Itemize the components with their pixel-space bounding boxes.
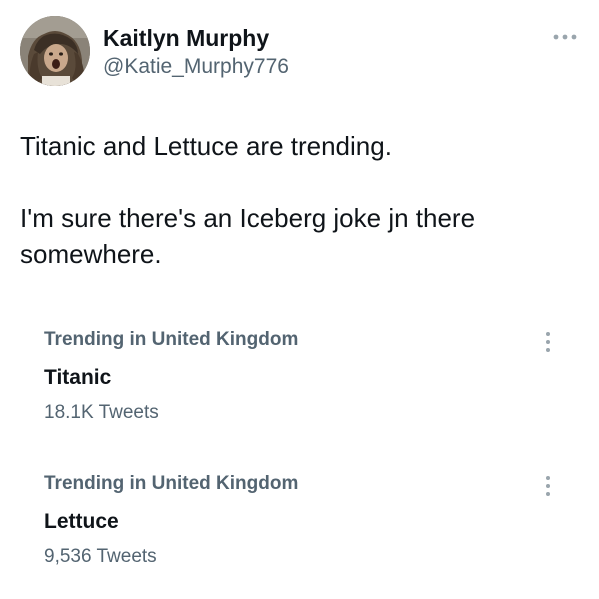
trend-more-button[interactable] [538,474,558,498]
more-vertical-icon [546,332,550,352]
more-horizontal-icon [553,34,577,40]
trend-name: Lettuce [44,510,119,533]
trend-name: Titanic [44,366,112,389]
trend-item-lettuce[interactable]: Trending in United Kingdom Lettuce 9,536… [44,470,564,580]
trend-more-button[interactable] [538,330,558,354]
profile-photo-icon [20,16,90,86]
trend-item-titanic[interactable]: Trending in United Kingdom Titanic 18.1K… [44,326,564,436]
more-vertical-icon [546,476,550,496]
trend-context: Trending in United Kingdom [44,473,299,494]
author-handle[interactable]: @Katie_Murphy776 [103,54,289,80]
tweet-paragraph: Titanic and Lettuce are trending. [20,131,392,161]
author-display-name[interactable]: Kaitlyn Murphy [103,24,269,52]
trend-tweet-count: 18.1K Tweets [44,402,159,423]
trend-tweet-count: 9,536 Tweets [44,546,157,567]
avatar[interactable] [20,16,90,86]
trend-context: Trending in United Kingdom [44,329,299,350]
tweet-text: Titanic and Lettuce are trending. I'm su… [20,128,580,272]
tweet-more-button[interactable] [552,30,578,44]
tweet-paragraph: I'm sure there's an Iceberg joke jn ther… [20,203,476,269]
